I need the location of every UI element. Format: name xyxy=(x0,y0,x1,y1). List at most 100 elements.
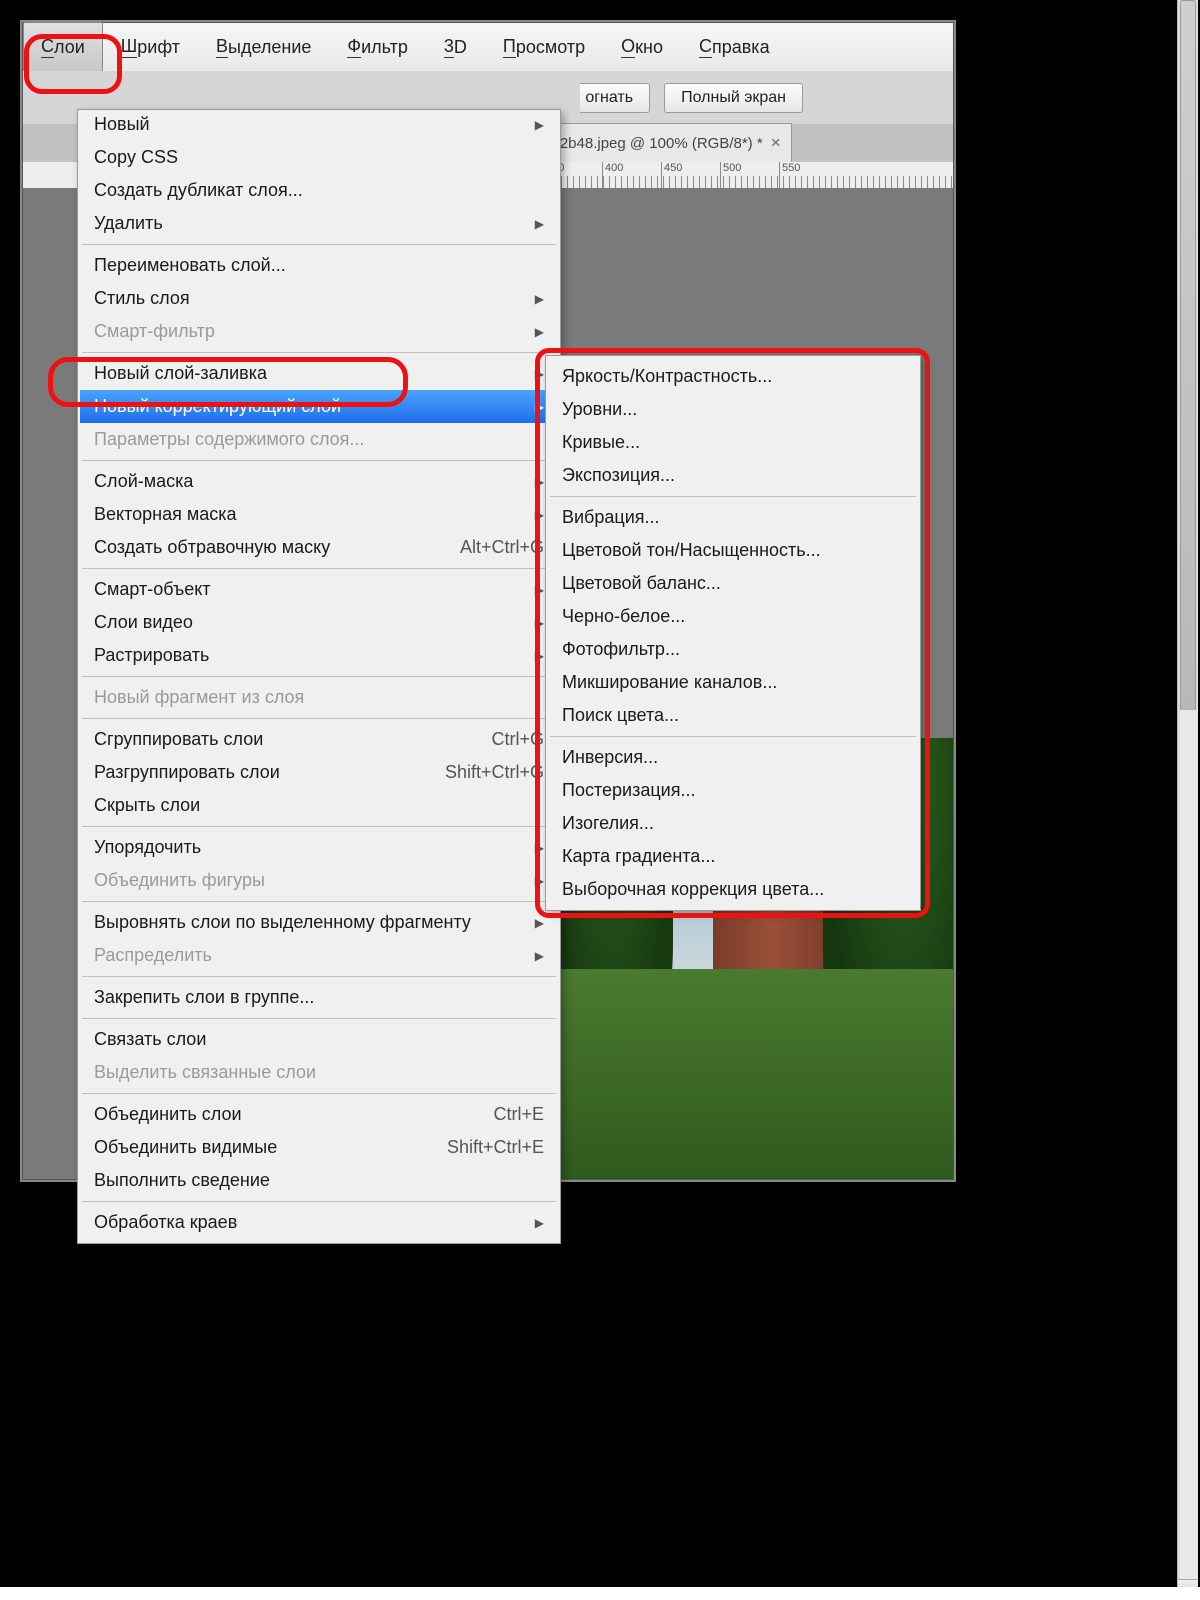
menu-item[interactable]: Объединить видимые Shift+Ctrl+E xyxy=(80,1131,558,1164)
menu-item[interactable]: Вибрация... xyxy=(548,501,918,534)
submenu-arrow-icon: ▶ xyxy=(535,400,544,414)
menu-item-label: Выделить связанные слои xyxy=(94,1062,316,1083)
menu-item[interactable]: Слои видео▶ xyxy=(80,606,558,639)
menu-item-label: Черно-белое... xyxy=(562,606,685,627)
menu-item[interactable]: Яркость/Контрастность... xyxy=(548,360,918,393)
menu-separator xyxy=(82,676,556,677)
menu-item[interactable]: Скрыть слои xyxy=(80,789,558,822)
menu-item[interactable]: Изогелия... xyxy=(548,807,918,840)
menu-item-label: Скрыть слои xyxy=(94,795,200,816)
menu-item[interactable]: Экспозиция... xyxy=(548,459,918,492)
menu-item[interactable]: Упорядочить▶ xyxy=(80,831,558,864)
menu-окно[interactable]: Окно xyxy=(603,23,681,71)
menu-separator xyxy=(82,901,556,902)
submenu-arrow-icon: ▶ xyxy=(535,325,544,339)
menu-item-label: Постеризация... xyxy=(562,780,695,801)
menu-item-label: Распределить xyxy=(94,945,212,966)
menu-item[interactable]: Удалить ▶ xyxy=(80,207,558,240)
menu-item[interactable]: Векторная маска▶ xyxy=(80,498,558,531)
menu-просмотр[interactable]: Просмотр xyxy=(485,23,603,71)
menu-item-label: Стиль слоя xyxy=(94,288,190,309)
menu-shortcut: Shift+Ctrl+E xyxy=(447,1137,544,1158)
ruler-tick: 500 xyxy=(723,162,741,174)
menu-item-label: Объединить видимые xyxy=(94,1137,277,1158)
close-icon[interactable]: × xyxy=(771,133,781,153)
menu-item[interactable]: Растрировать▶ xyxy=(80,639,558,672)
menu-item[interactable]: Переименовать слой... xyxy=(80,249,558,282)
menu-item[interactable]: Сгруппировать слоиCtrl+G xyxy=(80,723,558,756)
menu-item[interactable]: Выровнять слои по выделенному фрагменту▶ xyxy=(80,906,558,939)
fit-button[interactable]: огнать xyxy=(580,83,650,113)
menu-shortcut: Ctrl+E xyxy=(493,1104,544,1125)
menu-item[interactable]: Фотофильтр... xyxy=(548,633,918,666)
screenshot-root: СлоиШрифтВыделениеФильтр3DПросмотрОкноСп… xyxy=(0,0,1200,1600)
menu-separator xyxy=(82,244,556,245)
menu-item[interactable]: Слой-маска▶ xyxy=(80,465,558,498)
menu-item[interactable]: Кривые... xyxy=(548,426,918,459)
submenu-arrow-icon: ▶ xyxy=(535,616,544,630)
menu-item[interactable]: Смарт-объект▶ xyxy=(80,573,558,606)
submenu-arrow-icon: ▶ xyxy=(535,118,544,132)
menu-слои[interactable]: Слои xyxy=(23,22,103,72)
menu-item[interactable]: Цветовой баланс... xyxy=(548,567,918,600)
menu-item[interactable]: Карта градиента... xyxy=(548,840,918,873)
menu-separator xyxy=(82,460,556,461)
menu-item-label: Новый слой-заливка xyxy=(94,363,267,384)
menu-item-label: Кривые... xyxy=(562,432,640,453)
menu-item[interactable]: Стиль слоя ▶ xyxy=(80,282,558,315)
menu-item[interactable]: Новый слой-заливка▶ xyxy=(80,357,558,390)
menu-item-label: Цветовой тон/Насыщенность... xyxy=(562,540,821,561)
submenu-arrow-icon: ▶ xyxy=(535,583,544,597)
page-scrollbar[interactable]: ▾ xyxy=(1177,0,1198,1600)
fullscreen-button[interactable]: Полный экран xyxy=(664,83,803,113)
menu-item[interactable]: Новый корректирующий слой▶ xyxy=(80,390,558,423)
submenu-arrow-icon: ▶ xyxy=(535,508,544,522)
menu-item[interactable]: Обработка краев▶ xyxy=(80,1206,558,1239)
scroll-thumb[interactable] xyxy=(1180,0,1196,711)
submenu-arrow-icon: ▶ xyxy=(535,874,544,888)
menu-item[interactable]: Микширование каналов... xyxy=(548,666,918,699)
submenu-arrow-icon: ▶ xyxy=(535,1216,544,1230)
menu-3d[interactable]: 3D xyxy=(426,23,485,71)
menu-item-label: Поиск цвета... xyxy=(562,705,679,726)
menu-separator xyxy=(82,1018,556,1019)
menu-item-label: Удалить xyxy=(94,213,163,234)
menu-item[interactable]: Закрепить слои в группе... xyxy=(80,981,558,1014)
menu-item-label: Создать обтравочную маску xyxy=(94,537,330,558)
menu-item-label: Объединить слои xyxy=(94,1104,242,1125)
menu-item[interactable]: Объединить слои Ctrl+E xyxy=(80,1098,558,1131)
submenu-arrow-icon: ▶ xyxy=(535,217,544,231)
menu-item[interactable]: Copy CSS xyxy=(80,141,558,174)
menu-item[interactable]: Выборочная коррекция цвета... xyxy=(548,873,918,906)
submenu-arrow-icon: ▶ xyxy=(535,916,544,930)
menu-separator xyxy=(82,718,556,719)
menu-справка[interactable]: Справка xyxy=(681,23,788,71)
menu-item[interactable]: Выполнить сведение xyxy=(80,1164,558,1197)
menu-shortcut: Shift+Ctrl+G xyxy=(445,762,544,783)
menu-шрифт[interactable]: Шрифт xyxy=(103,23,198,71)
menu-item[interactable]: Черно-белое... xyxy=(548,600,918,633)
menu-item-label: Смарт-фильтр xyxy=(94,321,215,342)
menu-item[interactable]: Разгруппировать слои Shift+Ctrl+G xyxy=(80,756,558,789)
document-tab[interactable]: 5c2b48.jpeg @ 100% (RGB/8*) * × xyxy=(533,123,792,163)
menu-item[interactable]: Цветовой тон/Насыщенность... xyxy=(548,534,918,567)
menu-item[interactable]: Поиск цвета... xyxy=(548,699,918,732)
menu-item[interactable]: Новый▶ xyxy=(80,108,558,141)
menu-выделение[interactable]: Выделение xyxy=(198,23,329,71)
submenu-arrow-icon: ▶ xyxy=(535,292,544,306)
menu-item-label: Разгруппировать слои xyxy=(94,762,280,783)
menu-item: Объединить фигуры▶ xyxy=(80,864,558,897)
menu-item[interactable]: Создать обтравочную маску Alt+Ctrl+G xyxy=(80,531,558,564)
menu-item[interactable]: Постеризация... xyxy=(548,774,918,807)
menu-shortcut: Alt+Ctrl+G xyxy=(460,537,544,558)
menu-item[interactable]: Инверсия... xyxy=(548,741,918,774)
menu-item[interactable]: Связать слои xyxy=(80,1023,558,1056)
menu-separator xyxy=(82,1201,556,1202)
menu-item-label: Фотофильтр... xyxy=(562,639,680,660)
menu-item-label: Copy CSS xyxy=(94,147,178,168)
menu-item[interactable]: Уровни... xyxy=(548,393,918,426)
menu-item-label: Экспозиция... xyxy=(562,465,675,486)
menu-фильтр[interactable]: Фильтр xyxy=(329,23,425,71)
menu-item-label: Новый фрагмент из слоя xyxy=(94,687,304,708)
menu-item[interactable]: Создать дубликат слоя... xyxy=(80,174,558,207)
